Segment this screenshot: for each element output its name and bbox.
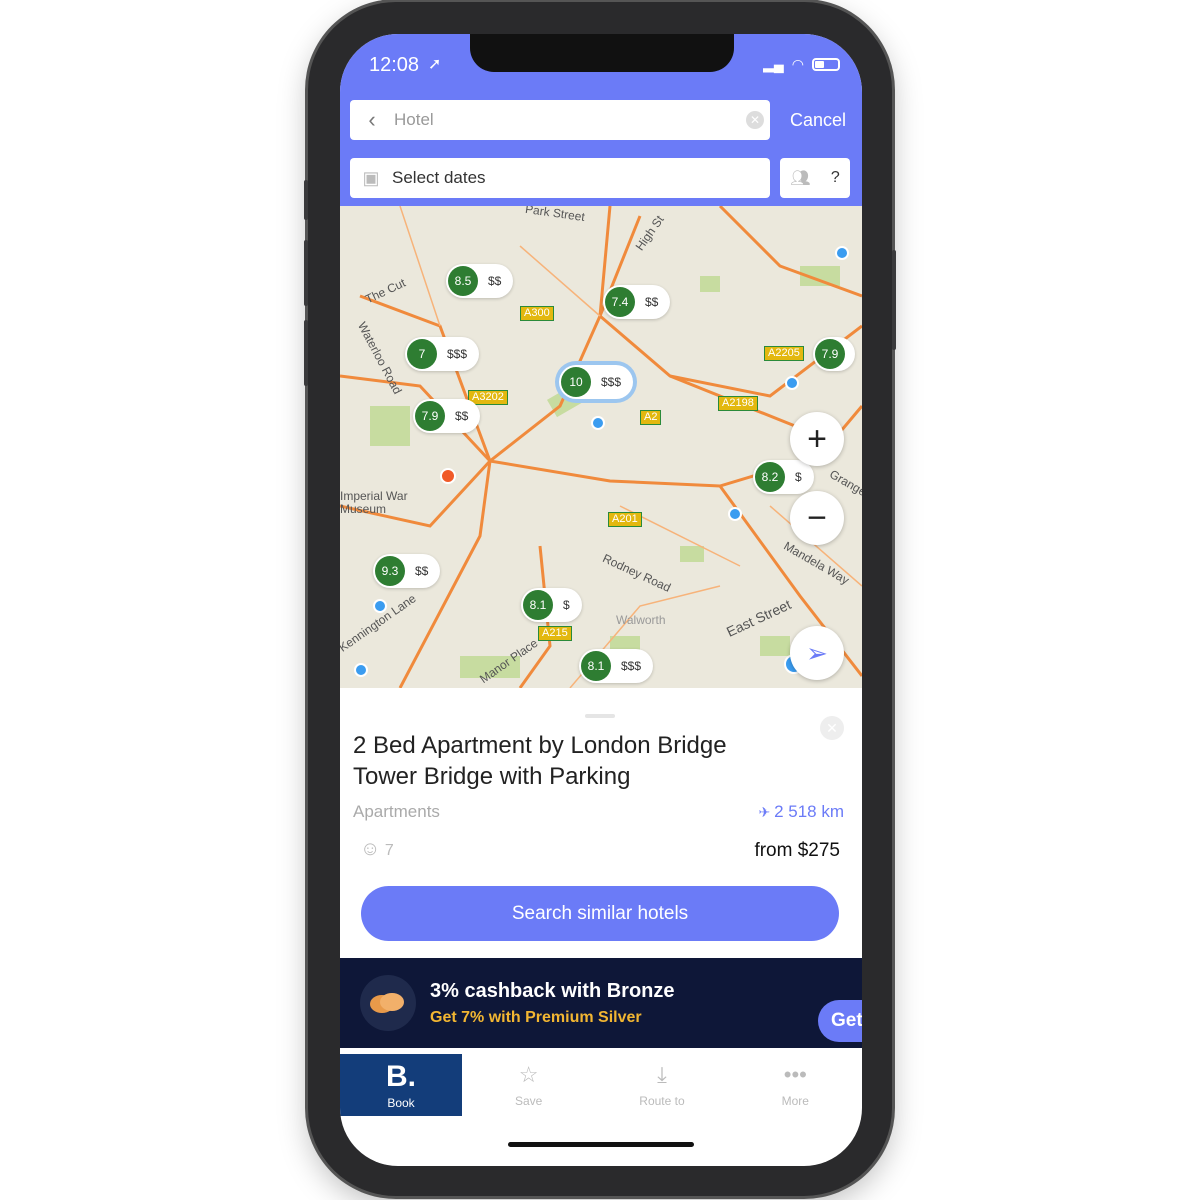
zoom-in-button[interactable]: + <box>790 412 844 466</box>
road-label: A2205 <box>764 346 804 361</box>
hotel-marker[interactable]: 8.1 $$$ <box>579 649 654 683</box>
price: from $275 <box>754 840 840 861</box>
status-icons: ▂▄ ◠ <box>763 56 840 73</box>
tab-label: Book <box>387 1096 415 1110</box>
cancel-button[interactable]: Cancel <box>790 110 846 131</box>
coins-icon <box>360 975 416 1031</box>
people-icon: 👥︎ <box>790 170 811 187</box>
hotel-title: 2 Bed Apartment by London Bridge Tower B… <box>353 732 727 790</box>
search-input[interactable]: ‹ Hotel ✕ <box>350 100 770 140</box>
mute-switch <box>304 180 308 220</box>
tab-book[interactable]: B. Book <box>340 1054 462 1116</box>
rating-badge: 7.9 <box>415 401 445 431</box>
route-icon: ⤓ <box>657 1062 667 1087</box>
dates-label: Select dates <box>392 168 486 187</box>
screen: 12:08 ➚ ▂▄ ◠ ‹ Hotel ✕ Cancel ▣ Select d… <box>340 34 862 1166</box>
tab-more[interactable]: ••• More <box>729 1054 862 1116</box>
hotel-marker[interactable]: 8.5 $$ <box>446 264 514 298</box>
road-label: A201 <box>608 512 642 527</box>
volume-down <box>304 320 308 386</box>
price-level: $$$ <box>601 375 622 389</box>
hotel-marker[interactable]: 7.9 $$ <box>413 399 481 433</box>
price-level: $$ <box>455 409 469 423</box>
rating-badge: 8.1 <box>581 651 611 681</box>
promo-subtitle: Get 7% with Premium Silver <box>430 1009 642 1026</box>
hotel-category: Apartments <box>353 802 440 821</box>
distance: ✈ 2 518 km <box>758 802 844 822</box>
close-icon[interactable]: ✕ <box>820 716 844 740</box>
select-dates-button[interactable]: ▣ Select dates <box>350 158 770 198</box>
rating-badge: 7 <box>407 339 437 369</box>
get-button[interactable]: Get <box>818 1000 862 1042</box>
price-level: $$ <box>415 564 429 578</box>
power-button <box>892 250 896 350</box>
notch <box>470 34 734 72</box>
rating: ☺ 7 <box>360 838 394 861</box>
tab-route[interactable]: ⤓ Route to <box>595 1054 728 1116</box>
rating-value: 7 <box>384 842 394 859</box>
promo-title: 3% cashback with Bronze <box>430 980 675 1002</box>
price-level: $$$ <box>621 659 642 673</box>
road-label: A215 <box>538 626 572 641</box>
hotel-marker-selected[interactable]: 10 $$$ <box>559 365 634 399</box>
hotel-marker[interactable]: 7 $$$ <box>405 337 480 371</box>
rating-badge: 8.1 <box>523 590 553 620</box>
plane-icon: ✈ <box>758 804 775 820</box>
calendar-icon: ▣ <box>362 167 380 188</box>
clear-icon[interactable]: ✕ <box>746 111 764 129</box>
map[interactable]: A300 A3202 A2 A2198 A2205 A201 A215 Park… <box>340 206 862 688</box>
battery-icon <box>812 58 840 71</box>
guests-count: ? <box>830 169 840 186</box>
rating-badge: 8.5 <box>448 266 478 296</box>
back-chevron-icon[interactable]: ‹ <box>350 107 394 133</box>
map-roads <box>340 206 862 688</box>
road-label: A300 <box>520 306 554 321</box>
zoom-out-button[interactable]: − <box>790 491 844 545</box>
my-location-icon[interactable]: ➢ <box>790 626 844 680</box>
price-level: $$ <box>488 274 502 288</box>
distance-value: 2 518 km <box>774 802 844 821</box>
status-time: 12:08 <box>369 54 420 76</box>
star-icon: ☆ <box>518 1062 539 1087</box>
hotel-marker[interactable]: 9.3 $$ <box>373 554 441 588</box>
hotel-card: ✕ 2 Bed Apartment by London Bridge Tower… <box>340 688 862 958</box>
home-indicator[interactable] <box>508 1142 694 1147</box>
signal-icon: ▂▄ <box>763 56 784 72</box>
road-label: A2 <box>640 410 662 425</box>
tab-label: Save <box>514 1094 543 1108</box>
price-level: $ <box>795 470 802 484</box>
price-level: $$ <box>645 295 659 309</box>
guests-button[interactable]: 👥︎ ? <box>780 158 850 198</box>
rating-badge: 7.4 <box>605 287 635 317</box>
road-label: A2198 <box>718 396 758 411</box>
search-placeholder: Hotel <box>394 110 434 129</box>
rating-badge: 9.3 <box>375 556 405 586</box>
rating-badge: 10 <box>561 367 591 397</box>
price-level: $ <box>563 598 570 612</box>
booking-logo-icon: B. <box>386 1060 416 1093</box>
location-arrow-icon: ➚ <box>428 56 442 73</box>
rating-badge: 8.2 <box>755 462 785 492</box>
tab-label: Route to <box>639 1094 685 1108</box>
cashback-banner[interactable]: 3% cashback with Bronze Get 7% with Prem… <box>340 958 862 1048</box>
street-label: Walworth <box>616 613 666 627</box>
smiley-icon: ☺ <box>360 838 381 860</box>
hotel-marker[interactable]: 7.4 $$ <box>603 285 671 319</box>
hotel-marker[interactable]: 8.2 $ <box>753 460 814 494</box>
price-level: $$$ <box>447 347 468 361</box>
search-similar-hotels-button[interactable]: Search similar hotels <box>361 886 839 941</box>
wifi-icon: ◠ <box>791 56 804 72</box>
street-label: Imperial War Museum <box>340 489 408 516</box>
hotel-marker[interactable]: 7.9 <box>813 337 855 371</box>
rating-badge: 7.9 <box>815 339 845 369</box>
more-icon: ••• <box>783 1062 807 1087</box>
drag-handle[interactable] <box>585 714 615 718</box>
tab-label: More <box>781 1094 809 1108</box>
bottom-toolbar: B. Book ☆ Save ⤓ Route to ••• More <box>340 1054 862 1116</box>
volume-up <box>304 240 308 306</box>
hotel-marker[interactable]: 8.1 $ <box>521 588 582 622</box>
tab-save[interactable]: ☆ Save <box>462 1054 595 1116</box>
